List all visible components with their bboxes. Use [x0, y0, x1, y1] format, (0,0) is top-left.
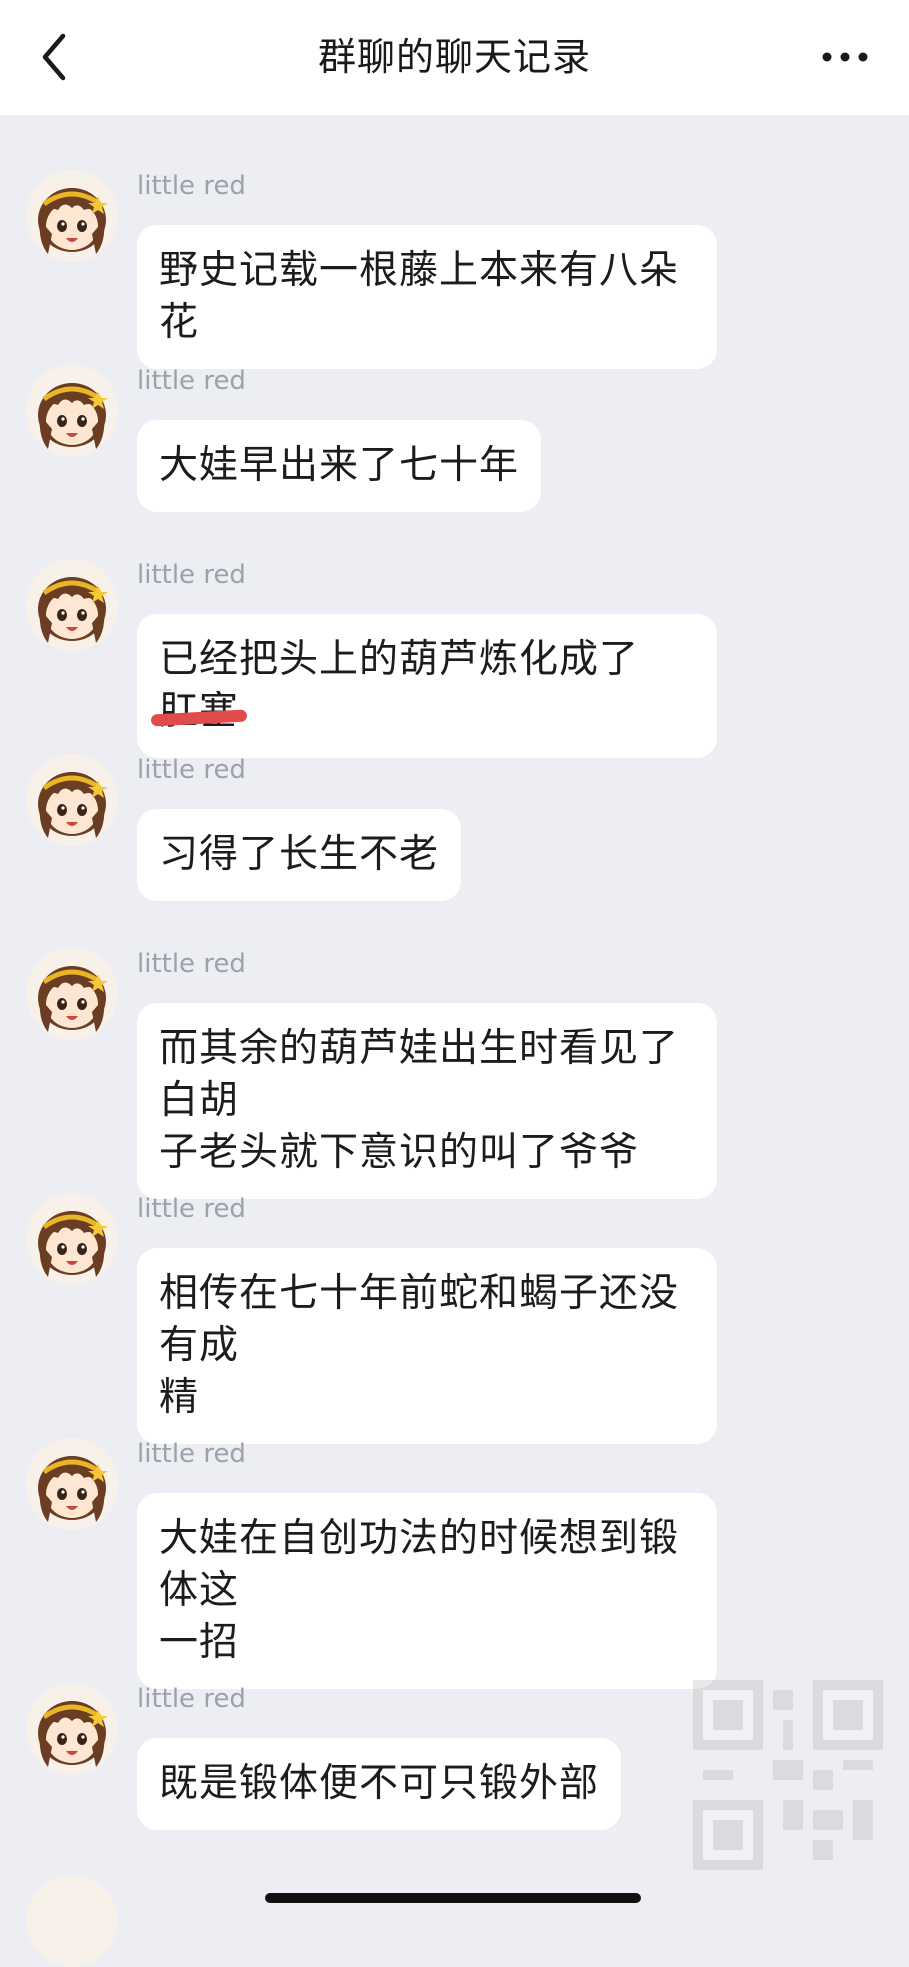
avatar[interactable] — [26, 1193, 118, 1285]
message-text-line: 子老头就下意识的叫了爷爷 — [159, 1130, 640, 1175]
message-bubble[interactable]: 既是锻体便不可只锻外部 — [137, 1738, 622, 1830]
avatar[interactable] — [26, 948, 118, 1040]
message-text: 习得了长生不老 — [159, 832, 440, 877]
message-text: 已经把头上的葫芦炼化成了 — [159, 637, 640, 682]
avatar-partial[interactable] — [26, 1875, 118, 1967]
message-text: 既是锻体便不可只锻外部 — [159, 1761, 600, 1806]
more-horizontal-icon — [822, 52, 868, 62]
avatar[interactable] — [26, 1683, 118, 1775]
page-title: 群聊的聊天记录 — [317, 35, 591, 79]
chat-history[interactable]: little red 野史记载一根藤上本来有八朵花 little red 大娃早… — [0, 115, 909, 1967]
home-indicator[interactable] — [265, 1893, 641, 1903]
avatar[interactable] — [26, 754, 118, 846]
message-text-line: 大娃在自创功法的时候想到锻体这 — [159, 1516, 680, 1613]
message-text: 大娃早出来了七十年 — [159, 443, 520, 488]
avatar[interactable] — [26, 1438, 118, 1530]
message-text-line: 相传在七十年前蛇和蝎子还没有成 — [159, 1271, 680, 1368]
message-text: 野史记载一根藤上本来有八朵花 — [159, 248, 680, 345]
more-button[interactable] — [805, 24, 885, 90]
message-text-line: 一招 — [159, 1620, 240, 1665]
avatar[interactable] — [26, 559, 118, 651]
avatar[interactable] — [26, 365, 118, 457]
message-bubble[interactable]: 相传在七十年前蛇和蝎子还没有成 精 — [137, 1248, 717, 1444]
message-bubble[interactable]: 习得了长生不老 — [137, 809, 462, 901]
top-bar: 群聊的聊天记录 — [0, 0, 909, 115]
sender-name: little red — [137, 171, 246, 201]
message-text-line: 而其余的葫芦娃出生时看见了白胡 — [159, 1026, 680, 1123]
sender-name: little red — [137, 560, 246, 590]
sender-name: little red — [137, 1684, 246, 1714]
sender-name: little red — [137, 755, 246, 785]
sender-name: little red — [137, 949, 246, 979]
message-text-line: 精 — [159, 1375, 200, 1420]
message-bubble[interactable]: 已经把头上的葫芦炼化成了肛塞 — [137, 614, 717, 758]
message-bubble[interactable]: 大娃早出来了七十年 — [137, 420, 542, 512]
sender-name: little red — [137, 1194, 246, 1224]
sender-name: little red — [137, 366, 246, 396]
qr-code-watermark — [693, 1680, 883, 1870]
struck-text: 肛塞 — [150, 686, 248, 738]
message-bubble[interactable]: 野史记载一根藤上本来有八朵花 — [137, 225, 717, 369]
avatar[interactable] — [26, 170, 118, 262]
message-bubble[interactable]: 而其余的葫芦娃出生时看见了白胡 子老头就下意识的叫了爷爷 — [137, 1003, 717, 1199]
sender-name: little red — [137, 1439, 246, 1469]
message-bubble[interactable]: 大娃在自创功法的时候想到锻体这 一招 — [137, 1493, 717, 1689]
